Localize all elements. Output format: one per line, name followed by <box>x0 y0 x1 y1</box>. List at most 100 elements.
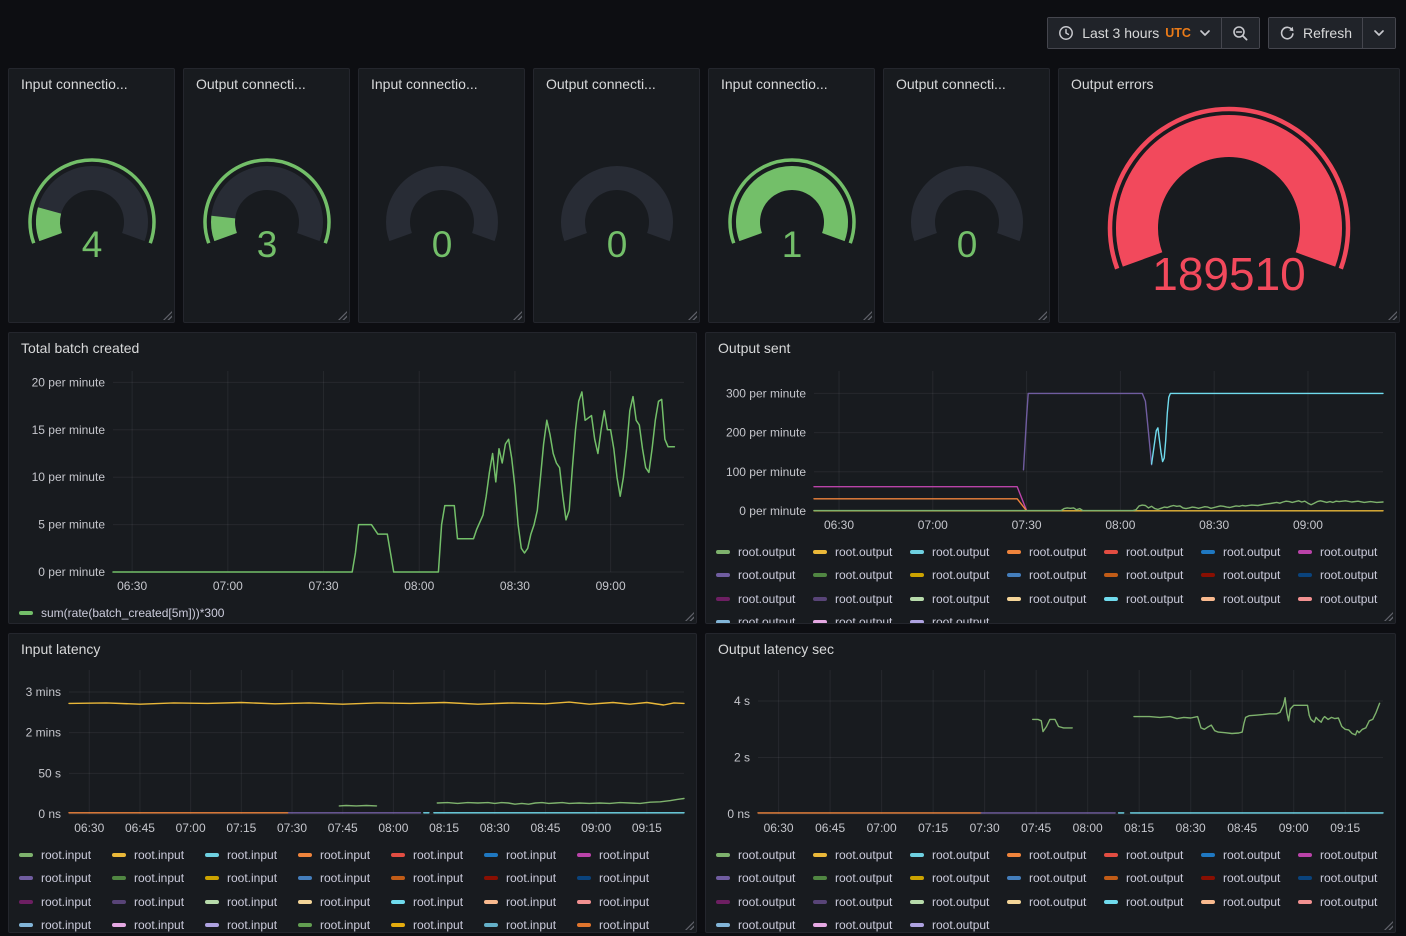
legend-item[interactable]: root.output <box>1104 843 1201 867</box>
legend-item[interactable]: root.output <box>910 540 1007 564</box>
panel-title[interactable]: Output connecti... <box>884 69 1049 99</box>
legend-item[interactable]: sum(rate(batch_created[5m]))*300 <box>19 601 224 623</box>
legend-item[interactable]: root.output <box>910 564 1007 588</box>
gauge-chart: 3 <box>185 136 349 286</box>
legend-item[interactable]: root.input <box>298 914 391 933</box>
legend-item[interactable]: root.output <box>1201 540 1298 564</box>
legend-item[interactable]: root.output <box>813 564 910 588</box>
legend-item[interactable]: root.output <box>1201 843 1298 867</box>
legend-item[interactable]: root.input <box>391 843 484 867</box>
legend-item[interactable]: root.output <box>1104 540 1201 564</box>
zoom-out-button[interactable] <box>1221 18 1259 48</box>
legend-item[interactable]: root.output <box>1298 890 1395 914</box>
legend-item[interactable]: root.output <box>1007 890 1104 914</box>
legend-item[interactable]: root.input <box>577 843 670 867</box>
legend-item[interactable]: root.output <box>1298 587 1395 611</box>
legend-item[interactable]: root.input <box>577 914 670 933</box>
legend-item[interactable]: root.output <box>910 611 1007 624</box>
legend-item[interactable]: root.input <box>112 843 205 867</box>
legend-item[interactable]: root.output <box>1104 867 1201 891</box>
legend-item[interactable]: root.output <box>716 564 813 588</box>
legend-item[interactable]: root.output <box>716 611 813 624</box>
legend-item[interactable]: root.input <box>205 914 298 933</box>
legend-item[interactable]: root.output <box>716 890 813 914</box>
legend-item[interactable]: root.input <box>484 843 577 867</box>
panel-title[interactable]: Output errors <box>1059 69 1399 99</box>
panel-title[interactable]: Total batch created <box>9 333 696 363</box>
legend-item[interactable]: root.output <box>910 890 1007 914</box>
legend-item[interactable]: root.input <box>298 890 391 914</box>
refresh-interval-dropdown[interactable] <box>1362 18 1395 48</box>
legend-swatch <box>19 900 33 904</box>
input-latency-chart[interactable]: 06:3006:4507:0007:1507:3007:4508:0008:15… <box>9 664 694 840</box>
panel-title[interactable]: Input connectio... <box>9 69 174 99</box>
y-axis-tick-label: 4 s <box>734 694 750 708</box>
legend-item[interactable]: root.output <box>910 914 1007 933</box>
panel-title[interactable]: Output latency sec <box>706 634 1395 664</box>
legend-item[interactable]: root.output <box>716 843 813 867</box>
legend-item[interactable]: root.output <box>1201 587 1298 611</box>
legend-item[interactable]: root.output <box>813 611 910 624</box>
legend-item[interactable]: root.output <box>716 587 813 611</box>
legend-item[interactable]: root.input <box>19 914 112 933</box>
legend-item[interactable]: root.input <box>19 843 112 867</box>
legend-item[interactable]: root.input <box>298 867 391 891</box>
legend-item[interactable]: root.input <box>391 867 484 891</box>
legend-item[interactable]: root.output <box>716 867 813 891</box>
legend-item[interactable]: root.output <box>716 914 813 933</box>
legend-item[interactable]: root.output <box>813 867 910 891</box>
legend-item[interactable]: root.output <box>1104 564 1201 588</box>
panel-title[interactable]: Output sent <box>706 333 1395 363</box>
legend-item[interactable]: root.input <box>577 890 670 914</box>
legend-item[interactable]: root.output <box>1007 843 1104 867</box>
legend-item[interactable]: root.input <box>484 914 577 933</box>
legend-item[interactable]: root.output <box>813 914 910 933</box>
legend-item[interactable]: root.input <box>484 867 577 891</box>
panel-title[interactable]: Input latency <box>9 634 696 664</box>
legend-item[interactable]: root.input <box>112 914 205 933</box>
legend-item[interactable]: root.input <box>19 890 112 914</box>
legend-item[interactable]: root.input <box>205 890 298 914</box>
legend-item[interactable]: root.output <box>910 867 1007 891</box>
panel-title[interactable]: Input connectio... <box>709 69 874 99</box>
legend-item[interactable]: root.output <box>1007 564 1104 588</box>
legend-item[interactable]: root.output <box>1007 540 1104 564</box>
legend-item[interactable]: root.input <box>112 867 205 891</box>
legend-item[interactable]: root.output <box>1201 867 1298 891</box>
legend-item[interactable]: root.output <box>1104 587 1201 611</box>
legend-item[interactable]: root.output <box>1201 890 1298 914</box>
legend-item[interactable]: root.input <box>19 867 112 891</box>
legend-item[interactable]: root.output <box>813 587 910 611</box>
panel-title[interactable]: Output connecti... <box>184 69 349 99</box>
output-latency-chart[interactable]: 06:3006:4507:0007:1507:3007:4508:0008:15… <box>706 664 1393 840</box>
time-range-button[interactable]: Last 3 hours UTC <box>1048 18 1221 48</box>
legend-item[interactable]: root.input <box>298 843 391 867</box>
panel-title[interactable]: Input connectio... <box>359 69 524 99</box>
legend-item[interactable]: root.input <box>391 890 484 914</box>
legend-item[interactable]: root.input <box>484 890 577 914</box>
legend-item[interactable]: root.output <box>1007 587 1104 611</box>
panel-title[interactable]: Output connecti... <box>534 69 699 99</box>
legend-swatch <box>1298 853 1312 857</box>
legend-item[interactable]: root.output <box>1201 564 1298 588</box>
legend-item[interactable]: root.output <box>910 587 1007 611</box>
legend-item[interactable]: root.output <box>813 843 910 867</box>
legend-item[interactable]: root.input <box>112 890 205 914</box>
legend-item[interactable]: root.output <box>910 843 1007 867</box>
legend-item[interactable]: root.output <box>1298 843 1395 867</box>
legend-item[interactable]: root.output <box>1104 890 1201 914</box>
legend-item[interactable]: root.output <box>716 540 813 564</box>
legend-item[interactable]: root.output <box>1007 867 1104 891</box>
legend-item[interactable]: root.input <box>205 843 298 867</box>
refresh-button[interactable]: Refresh <box>1269 18 1362 48</box>
legend-item[interactable]: root.output <box>1298 564 1395 588</box>
legend-item[interactable]: root.output <box>813 540 910 564</box>
output-sent-chart[interactable]: 06:3007:0007:3008:0008:3009:000 per minu… <box>706 363 1393 537</box>
legend-item[interactable]: root.output <box>813 890 910 914</box>
legend-item[interactable]: root.input <box>205 867 298 891</box>
legend-item[interactable]: root.input <box>577 867 670 891</box>
legend-item[interactable]: root.input <box>391 914 484 933</box>
total-batch-created-chart[interactable]: 06:3007:0007:3008:0008:3009:000 per minu… <box>9 363 694 598</box>
legend-item[interactable]: root.output <box>1298 867 1395 891</box>
legend-item[interactable]: root.output <box>1298 540 1395 564</box>
